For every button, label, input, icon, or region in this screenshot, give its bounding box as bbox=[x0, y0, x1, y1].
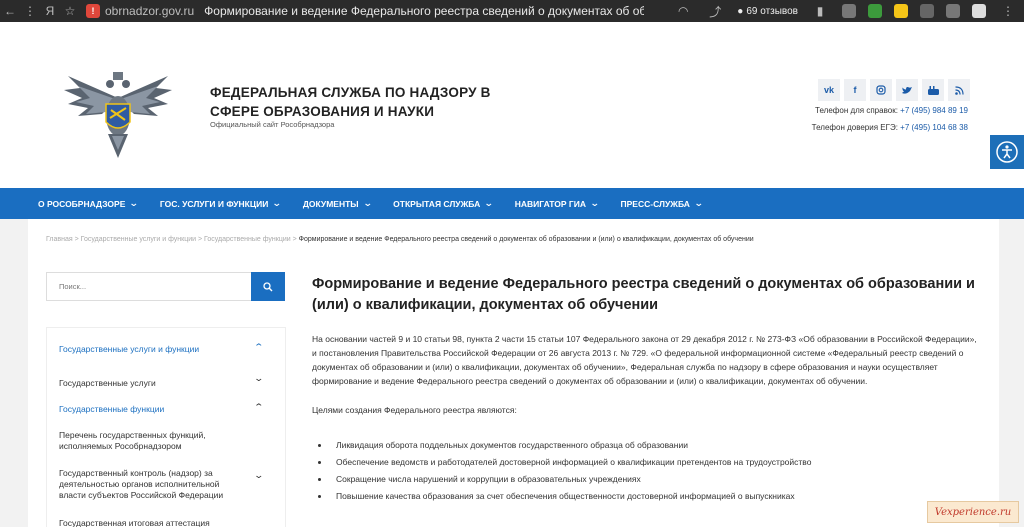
chevron-down-icon: ⌄ bbox=[693, 198, 704, 208]
sidebar-item-functions[interactable]: Государственные функции bbox=[59, 404, 229, 415]
list-item: Сокращение числа нарушений и коррупции в… bbox=[318, 471, 977, 488]
breadcrumb-separator: > bbox=[290, 236, 299, 243]
chevron-down-icon[interactable]: ⌄ bbox=[253, 373, 264, 384]
page-title-in-tab: Формирование и ведение Федерального реес… bbox=[204, 4, 645, 18]
nav-item-gia-navigator[interactable]: Навигатор ГИА ⌄ bbox=[514, 198, 600, 209]
breadcrumb: Главная > Государственные услуги и функц… bbox=[46, 236, 754, 243]
extension-icon-2[interactable] bbox=[920, 4, 934, 18]
sidebar-item-functions-list[interactable]: Перечень государственных функций, исполн… bbox=[59, 430, 229, 452]
nav-item-about[interactable]: О Рособрнадзоре ⌄ bbox=[38, 198, 140, 209]
nav-label: Гос. услуги и функции bbox=[159, 198, 269, 209]
nav-label: Документы bbox=[302, 198, 359, 209]
accessibility-icon[interactable] bbox=[990, 135, 1024, 169]
organization-title[interactable]: Федеральная служба по надзору в сфере об… bbox=[210, 83, 500, 121]
chevron-up-icon[interactable]: ⌃ bbox=[253, 402, 264, 413]
download-icon[interactable] bbox=[868, 4, 882, 18]
search-button[interactable] bbox=[251, 272, 285, 301]
sidebar-item-final-attestation[interactable]: Государственная итоговая аттестация выпу… bbox=[59, 518, 229, 527]
address-bar[interactable]: obrnadzor.gov.ru bbox=[105, 4, 194, 18]
notifications-icon[interactable] bbox=[972, 4, 986, 18]
breadcrumb-home[interactable]: Главная bbox=[46, 236, 73, 243]
rosobrnadzor-emblem-icon[interactable] bbox=[58, 58, 178, 168]
facebook-icon[interactable]: f bbox=[844, 79, 866, 101]
main-navigation: О Рособрнадзоре ⌄ Гос. услуги и функции ⌄ … bbox=[0, 188, 1024, 219]
bookmark-icon[interactable]: ☆ bbox=[60, 0, 80, 22]
back-icon[interactable]: ← bbox=[0, 0, 20, 22]
chevron-down-icon: ⌄ bbox=[272, 198, 282, 208]
bookmarks-icon[interactable]: ▮ bbox=[810, 0, 830, 22]
reviews-count: 69 отзывов bbox=[746, 5, 798, 17]
insecure-site-icon[interactable]: ! bbox=[86, 4, 100, 18]
nav-item-press[interactable]: Пресс-служба ⌄ bbox=[620, 198, 704, 209]
breadcrumb-current: Формирование и ведение Федерального реес… bbox=[298, 236, 754, 243]
chevron-up-icon[interactable]: ⌃ bbox=[253, 342, 264, 353]
browser-toolbar: ← ⋮ Я ☆ ! obrnadzor.gov.ru Формирование … bbox=[0, 0, 1024, 22]
social-links: vk f bbox=[818, 79, 970, 101]
sidebar-menu: Государственные услуги и функции ⌃ Госуд… bbox=[46, 327, 286, 527]
menu-icon[interactable]: ⋮ bbox=[998, 0, 1018, 22]
reviews-badge[interactable]: ● 69 отзывов bbox=[737, 6, 798, 17]
chevron-down-icon: ⌄ bbox=[129, 198, 140, 208]
twitter-icon[interactable] bbox=[896, 79, 918, 101]
organization-subtitle: Официальный сайт Рособрнадзора bbox=[210, 120, 335, 129]
list-item: Повышение качества образования за счет о… bbox=[318, 488, 977, 505]
help-phone-label: Телефон для справок: bbox=[815, 106, 898, 115]
search-icon bbox=[263, 281, 273, 291]
sidebar-item-state-control[interactable]: Государственный контроль (надзор) за дея… bbox=[59, 468, 229, 501]
list-item: Обеспечение ведомств и работодателей дос… bbox=[318, 454, 977, 471]
article-title: Формирование и ведение Федерального реес… bbox=[312, 276, 975, 313]
list-item: Ликвидация оборота поддельных документов… bbox=[318, 437, 977, 454]
nav-label: Открытая служба bbox=[393, 198, 481, 209]
help-phone: Телефон для справок: +7 (495) 984 89 19 bbox=[815, 106, 968, 115]
nav-label: О Рособрнадзоре bbox=[38, 198, 126, 209]
goals-intro: Целями создания Федерального реестра явл… bbox=[312, 405, 517, 415]
youtube-icon[interactable] bbox=[922, 79, 944, 101]
share-icon[interactable]: ⤴ bbox=[705, 0, 725, 22]
ege-phone: Телефон доверия ЕГЭ: +7 (495) 104 68 38 bbox=[812, 123, 968, 132]
chevron-down-icon: ⌄ bbox=[484, 198, 494, 208]
chevron-down-icon: ⌄ bbox=[362, 198, 373, 208]
headphones-icon[interactable]: ◠ bbox=[673, 0, 693, 22]
breadcrumb-separator: > bbox=[196, 236, 205, 243]
help-phone-number[interactable]: +7 (495) 984 89 19 bbox=[900, 106, 968, 115]
site-header: Федеральная служба по надзору в сфере об… bbox=[0, 22, 1024, 188]
ege-phone-number[interactable]: +7 (495) 104 68 38 bbox=[900, 123, 968, 132]
more-icon[interactable]: ⋮ bbox=[20, 0, 40, 22]
goals-list: Ликвидация оборота поддельных документов… bbox=[318, 437, 977, 505]
article-body: На основании частей 9 и 10 статьи 98, пу… bbox=[312, 334, 977, 386]
vk-icon[interactable]: vk bbox=[818, 79, 840, 101]
nav-item-services[interactable]: Гос. услуги и функции ⌄ bbox=[159, 198, 282, 209]
extension-icon-3[interactable] bbox=[946, 4, 960, 18]
extension-screenshot-icon[interactable] bbox=[842, 4, 856, 18]
breadcrumb-level2[interactable]: Государственные функции bbox=[204, 236, 291, 243]
rss-icon[interactable] bbox=[948, 79, 970, 101]
nav-item-documents[interactable]: Документы ⌄ bbox=[302, 198, 373, 209]
yandex-icon[interactable]: Я bbox=[40, 0, 60, 22]
nav-label: Пресс-служба bbox=[620, 198, 690, 209]
breadcrumb-level1[interactable]: Государственные услуги и функции bbox=[81, 236, 196, 243]
chevron-down-icon[interactable]: ⌄ bbox=[253, 470, 264, 481]
nav-item-open-service[interactable]: Открытая служба ⌄ bbox=[393, 198, 494, 209]
comment-icon: ● bbox=[737, 5, 744, 17]
search-input[interactable]: Поиск... bbox=[46, 272, 252, 301]
sidebar-item-services[interactable]: Государственные услуги bbox=[59, 378, 229, 389]
watermark: Vexperience.ru bbox=[927, 501, 1019, 523]
article: Формирование и ведение Федерального реес… bbox=[312, 274, 977, 505]
extension-icon[interactable] bbox=[894, 4, 908, 18]
nav-label: Навигатор ГИА bbox=[514, 198, 586, 209]
sidebar-item-services-functions[interactable]: Государственные услуги и функции bbox=[59, 344, 229, 355]
ege-phone-label: Телефон доверия ЕГЭ: bbox=[811, 123, 898, 132]
chevron-down-icon: ⌄ bbox=[589, 198, 600, 208]
breadcrumb-separator: > bbox=[72, 236, 81, 243]
instagram-icon[interactable] bbox=[870, 79, 892, 101]
content-area: Главная > Государственные услуги и функц… bbox=[28, 219, 999, 527]
